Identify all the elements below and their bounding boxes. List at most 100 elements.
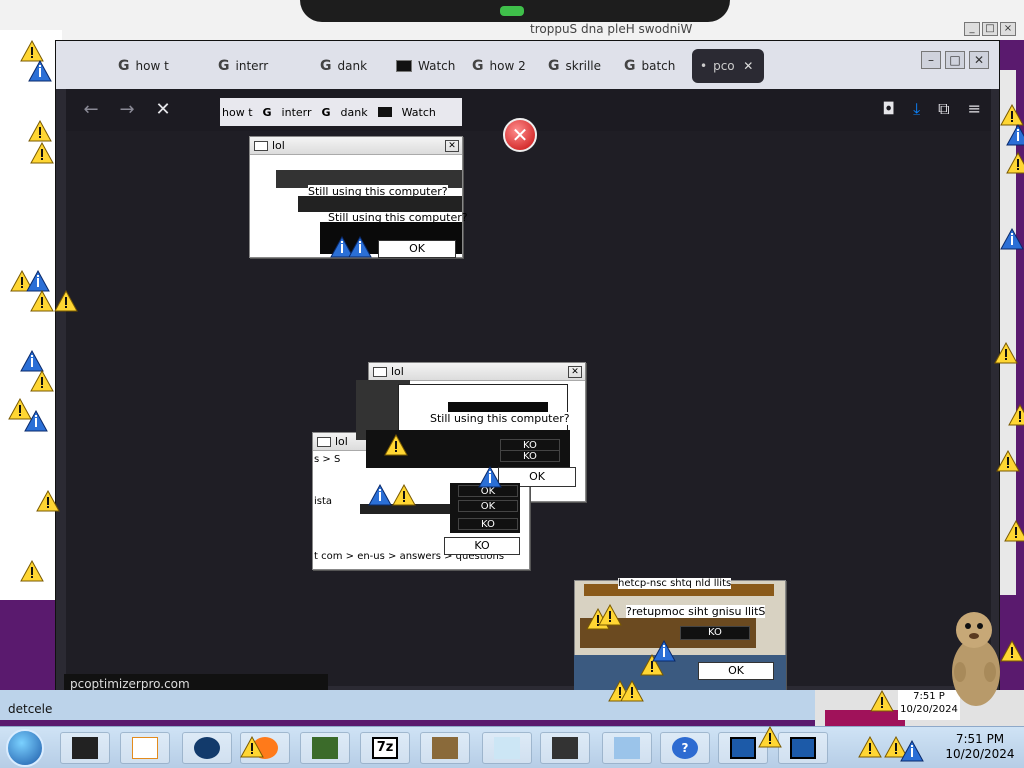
tab-1[interactable]: Ghow t	[110, 49, 177, 83]
tab-label[interactable]: dank	[341, 106, 368, 119]
tab-label[interactable]: how t	[222, 106, 253, 119]
close-tab-icon[interactable]: ✕	[741, 59, 756, 73]
gopher-icon	[432, 737, 458, 759]
tab-4[interactable]: Watch	[388, 49, 463, 83]
tab-7[interactable]: Gbatch	[616, 49, 683, 83]
clock-time: 7:51 PM	[955, 732, 1005, 746]
tab-label: dank	[337, 59, 368, 73]
taskbar-app[interactable]	[778, 732, 828, 764]
window-icon	[552, 737, 578, 759]
maximize-button[interactable]: □	[982, 22, 998, 36]
taskbar-app[interactable]	[60, 732, 110, 764]
video-icon	[377, 107, 392, 117]
tab-5[interactable]: Ghow 2	[464, 49, 534, 83]
clock-date: 10/20/2024	[945, 747, 1015, 761]
dialog-titlebar: lol ✕	[250, 137, 462, 155]
taskbar-app[interactable]: ?	[660, 732, 710, 764]
forward-icon[interactable]: →	[114, 97, 140, 123]
webcam-notch	[300, 0, 730, 22]
link-fragment: s > S	[314, 454, 341, 465]
taskbar-app[interactable]	[182, 732, 232, 764]
calculator-icon	[614, 737, 640, 759]
tab-label: skrille	[565, 59, 602, 73]
globe-icon	[194, 737, 220, 759]
google-icon: G	[262, 105, 272, 119]
taskbar-app[interactable]	[120, 732, 170, 764]
tab-3[interactable]: Gdank	[312, 49, 375, 83]
tab-strip: Ghow t Ginterr Gdank Watch Ghow 2 Gskril…	[56, 41, 999, 89]
google-icon: G	[320, 58, 332, 74]
taskbar-app[interactable]: 7z	[360, 732, 410, 764]
taskbar-app[interactable]	[420, 732, 470, 764]
browser-window-controls: – □ ✕	[921, 51, 989, 69]
window-icon	[790, 737, 816, 759]
tab-label: batch	[641, 59, 676, 73]
selected-label: detcele	[8, 702, 53, 716]
media-player-icon	[132, 737, 158, 759]
window-icon	[317, 436, 331, 447]
taskbar-clock[interactable]: 7:51 PM 10/20/2024	[938, 732, 1022, 766]
tab-label[interactable]: interr	[282, 106, 312, 119]
ko-button[interactable]: KO	[680, 626, 750, 640]
toolbar-right: ◘ ⤓ ⧉ ≡	[882, 99, 981, 119]
taskbar-app[interactable]	[602, 732, 652, 764]
dialog-message: Still using this computer?	[430, 412, 570, 425]
dialog-titlebar: lol ✕	[369, 363, 585, 381]
pocket-icon[interactable]: ◘	[882, 99, 895, 119]
top-title-strip: troppuS dna pleH swodniW _ □ ×	[0, 0, 1024, 40]
minimize-button[interactable]: _	[964, 22, 980, 36]
tab-label: Watch	[418, 59, 456, 73]
close-icon[interactable]: ✕	[445, 139, 459, 152]
ko-button[interactable]: KO	[444, 537, 520, 555]
notch-light	[500, 6, 524, 16]
tab-label: how t	[135, 59, 169, 73]
dialog-message: hetcp-nsc shtq nld llits	[618, 578, 732, 589]
window-title-mirrored: troppuS dna pleH swodniW	[530, 22, 693, 36]
download-icon[interactable]: ⤓	[913, 99, 920, 119]
google-icon: G	[472, 58, 484, 74]
dialog-message: ?retupmoc siht gnisu llitS	[626, 605, 766, 618]
ko-button[interactable]: KO	[458, 518, 518, 530]
close-button[interactable]: ×	[1000, 22, 1016, 36]
tab-2[interactable]: Ginterr	[210, 49, 276, 83]
window-icon	[373, 366, 387, 377]
taskbar-app[interactable]	[540, 732, 590, 764]
taskbar-app[interactable]	[482, 732, 532, 764]
start-button[interactable]	[6, 729, 44, 767]
tab-label: interr	[235, 59, 269, 73]
dialog-title: lol	[391, 365, 404, 378]
minecraft-icon	[312, 737, 338, 759]
stop-icon[interactable]: ✕	[150, 97, 176, 123]
tab-label[interactable]: Watch	[402, 106, 436, 119]
help-icon: ?	[672, 737, 698, 759]
menu-icon[interactable]: ≡	[968, 99, 981, 119]
ko-button[interactable]: KO	[500, 450, 560, 462]
ok-button[interactable]: OK	[458, 500, 518, 512]
dialog-title: lol	[335, 435, 348, 448]
minimize-button[interactable]: –	[921, 51, 941, 69]
maximize-button[interactable]: □	[945, 51, 965, 69]
tab-6[interactable]: Gskrille	[540, 49, 609, 83]
extensions-icon[interactable]: ⧉	[938, 99, 949, 119]
ok-button[interactable]: OK	[378, 240, 456, 258]
close-icon[interactable]: ✕	[568, 365, 582, 378]
ok-button[interactable]: OK	[698, 662, 774, 680]
google-icon: G	[218, 58, 230, 74]
tab-label: how 2	[489, 59, 526, 73]
tab-label: pco	[713, 59, 735, 73]
close-button[interactable]: ✕	[969, 51, 989, 69]
tab-active[interactable]: • pco ✕	[692, 49, 764, 83]
back-icon[interactable]: ←	[78, 97, 104, 123]
notepad-icon	[494, 737, 520, 759]
7zip-icon: 7z	[372, 737, 398, 759]
glitched-taskbar	[0, 690, 820, 720]
taskbar-app[interactable]	[300, 732, 350, 764]
error-icon: ✕	[503, 118, 537, 152]
left-warning-column	[0, 30, 62, 600]
duplicated-tab-strip: how t Ginterr Gdank Watch	[220, 98, 462, 126]
glitch-block	[298, 196, 462, 212]
dot-icon: •	[700, 59, 708, 73]
google-icon: G	[118, 58, 130, 74]
link-fragment: ista	[314, 496, 333, 507]
window-icon	[254, 140, 268, 151]
